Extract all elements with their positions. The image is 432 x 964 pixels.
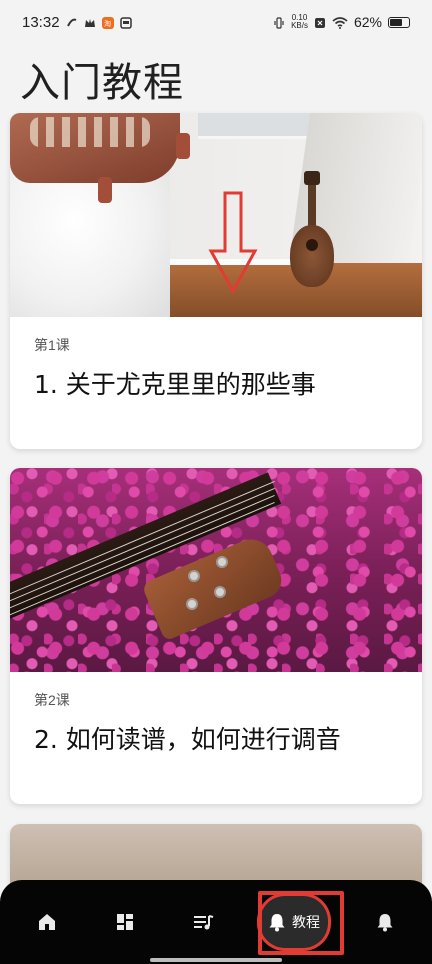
nav-tutorial[interactable]: 教程 bbox=[257, 893, 331, 951]
app-box-icon bbox=[119, 16, 132, 29]
nav-home[interactable] bbox=[18, 893, 76, 951]
lesson-title: 1. 关于尤克里里的那些事 bbox=[34, 370, 316, 399]
nav-notifications[interactable] bbox=[356, 893, 414, 951]
lesson-card-1[interactable]: 第1课 1. 关于尤克里里的那些事 bbox=[10, 113, 422, 449]
sim-x-icon bbox=[314, 16, 326, 28]
lesson-title: 2. 如何读谱，如何进行调音 bbox=[34, 725, 341, 754]
page-title: 入门教程 bbox=[20, 60, 184, 106]
dashboard-icon bbox=[117, 914, 133, 930]
crown-icon bbox=[84, 16, 96, 28]
vibrate-icon bbox=[273, 16, 285, 29]
home-indicator bbox=[150, 958, 282, 962]
lesson-3-image bbox=[10, 824, 422, 884]
battery-percent: 62% bbox=[353, 14, 382, 30]
lesson-2-image bbox=[10, 468, 422, 672]
status-time: 13:32 bbox=[22, 13, 60, 31]
lesson-number: 第2课 bbox=[34, 692, 70, 708]
bell-icon bbox=[377, 914, 393, 932]
app-notification-icon bbox=[66, 16, 78, 28]
lesson-number: 第1课 bbox=[34, 337, 70, 353]
nav-tutorial-label: 教程 bbox=[292, 915, 320, 931]
lesson-card-2[interactable]: 第2课 2. 如何读谱，如何进行调音 bbox=[10, 468, 422, 804]
status-bar: 13:32 淘 0.10 KB/s 62% bbox=[0, 0, 432, 44]
network-speed: 0.10 KB/s bbox=[291, 13, 308, 30]
bell-icon bbox=[269, 914, 285, 932]
down-arrow-icon bbox=[208, 191, 258, 295]
home-icon bbox=[39, 914, 55, 930]
nav-dashboard[interactable] bbox=[96, 893, 154, 951]
svg-text:淘: 淘 bbox=[104, 19, 111, 28]
wifi-icon bbox=[332, 16, 348, 29]
music-list-icon bbox=[194, 915, 214, 930]
lesson-1-image bbox=[10, 113, 422, 317]
taobao-icon: 淘 bbox=[101, 16, 114, 29]
nav-playlist[interactable] bbox=[174, 893, 232, 951]
battery-icon bbox=[388, 16, 410, 28]
bottom-nav: 教程 bbox=[0, 880, 432, 964]
